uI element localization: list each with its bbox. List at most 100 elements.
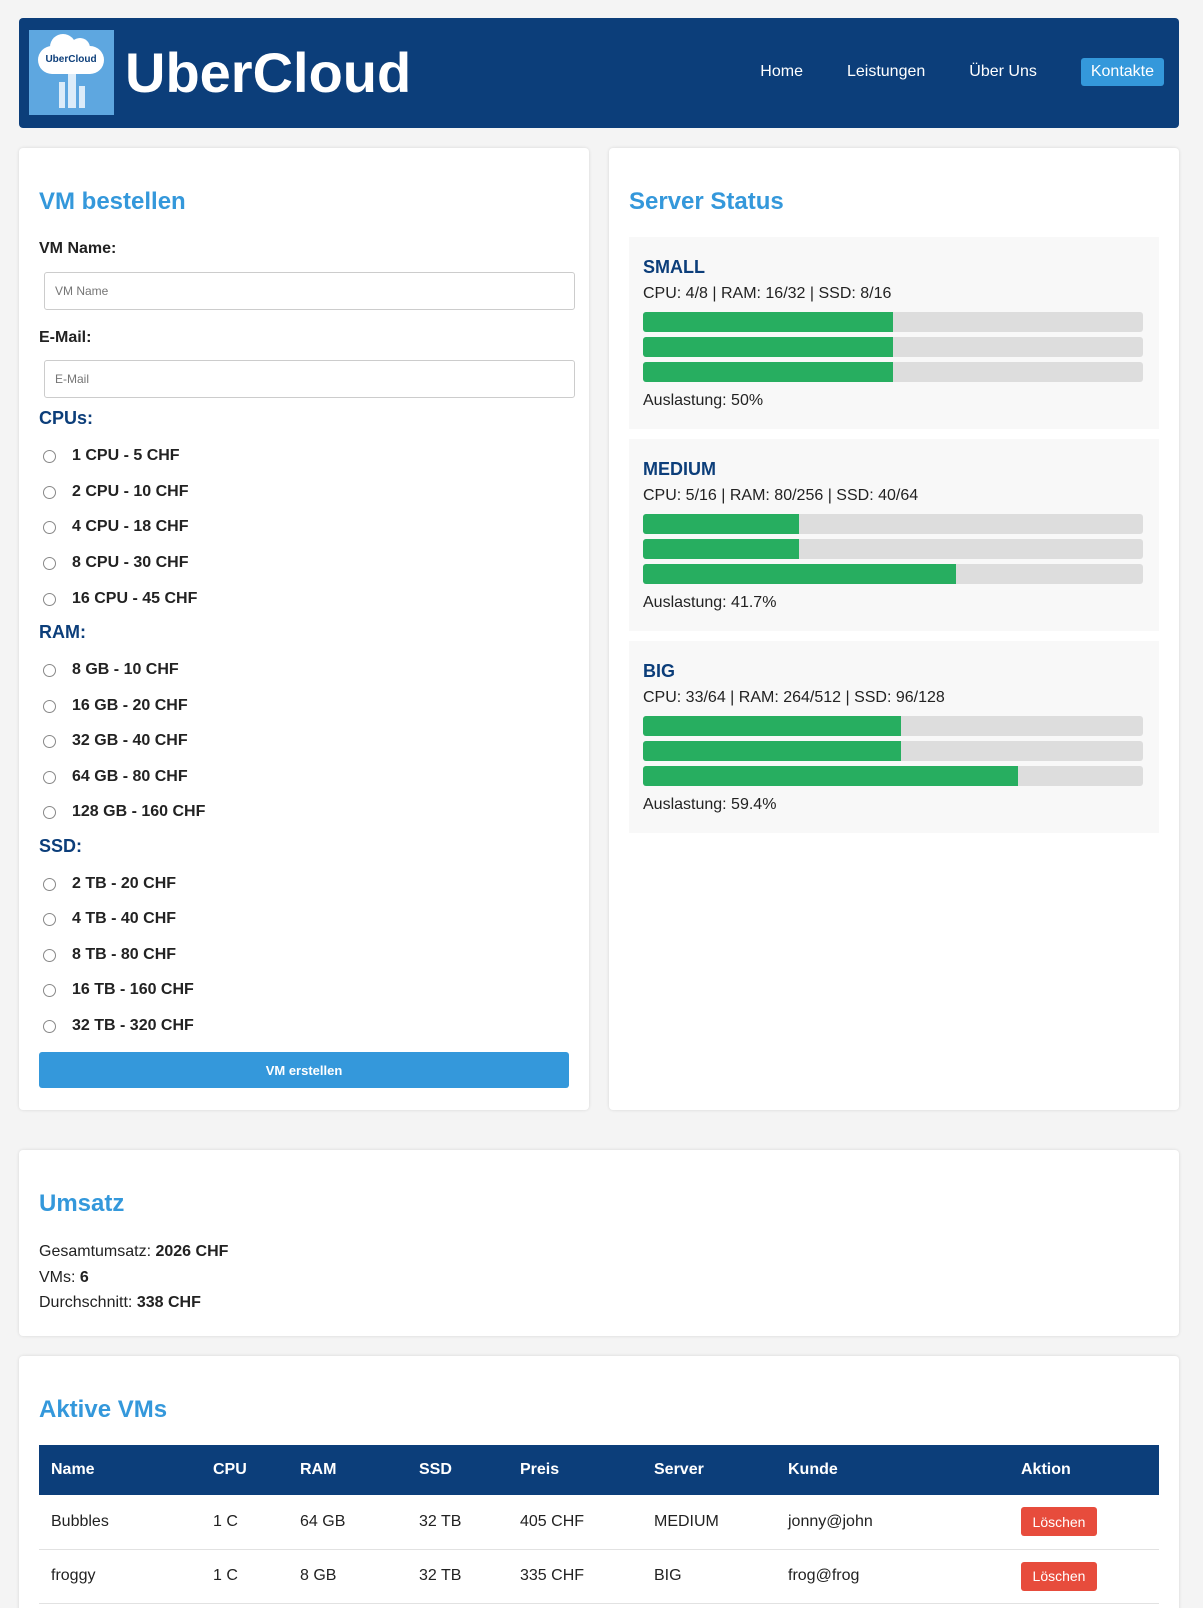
- create-vm-button[interactable]: VM erstellen: [39, 1052, 569, 1088]
- cpu-usage-bar: [643, 312, 1143, 332]
- server-panel-big: BIG CPU: 33/64 | RAM: 264/512 | SSD: 96/…: [629, 641, 1159, 833]
- radio-button[interactable]: [43, 699, 56, 713]
- vm-action: Löschen: [1009, 1495, 1159, 1550]
- radio-button[interactable]: [43, 592, 56, 606]
- email-label: E-Mail:: [39, 329, 92, 346]
- usage-bar-fill: [643, 539, 800, 559]
- vm-customer: frog@frog: [776, 1549, 1009, 1604]
- ram-option[interactable]: 8 GB - 10 CHF: [43, 661, 179, 679]
- ram-option[interactable]: 16 GB - 20 CHF: [43, 697, 188, 715]
- cpu-option[interactable]: 4 CPU - 18 CHF: [43, 518, 188, 536]
- logo-text: UberCloud: [45, 54, 97, 65]
- server-utilization: Auslastung: 59.4%: [643, 796, 777, 813]
- vm-cpu: 1 C: [201, 1495, 288, 1550]
- radio-button[interactable]: [43, 983, 56, 997]
- ssd-option[interactable]: 2 TB - 20 CHF: [43, 875, 176, 893]
- col-name: Name: [39, 1445, 201, 1495]
- radio-button[interactable]: [43, 734, 56, 748]
- usage-bar-fill: [643, 312, 893, 332]
- radio-button[interactable]: [43, 449, 56, 463]
- vm-name-input[interactable]: [44, 272, 575, 310]
- vm-server: MEDIUM: [642, 1495, 776, 1550]
- building-icon: [68, 74, 76, 108]
- nav-home[interactable]: Home: [760, 58, 803, 86]
- vm-server: BIG: [642, 1549, 776, 1604]
- table-row: froggy 1 C 8 GB 32 TB 335 CHF BIG frog@f…: [39, 1549, 1159, 1604]
- vm-price: 405 CHF: [508, 1495, 642, 1550]
- ssd-option[interactable]: 16 TB - 160 CHF: [43, 981, 194, 999]
- usage-bar-fill: [643, 564, 956, 584]
- table-header-row: Name CPU RAM SSD Preis Server Kunde Akti…: [39, 1445, 1159, 1495]
- ram-usage-bar: [643, 337, 1143, 357]
- ram-option[interactable]: 32 GB - 40 CHF: [43, 732, 188, 750]
- active-vms-table: Name CPU RAM SSD Preis Server Kunde Akti…: [39, 1445, 1159, 1604]
- vm-cpu: 1 C: [201, 1549, 288, 1604]
- vm-ram: 8 GB: [288, 1549, 407, 1604]
- radio-button[interactable]: [43, 805, 56, 819]
- radio-button[interactable]: [43, 556, 56, 570]
- server-specs: CPU: 33/64 | RAM: 264/512 | SSD: 96/128: [643, 689, 945, 706]
- ubercloud-logo[interactable]: UberCloud: [29, 30, 114, 115]
- cpu-option[interactable]: 16 CPU - 45 CHF: [43, 590, 197, 608]
- ssd-option[interactable]: 32 TB - 320 CHF: [43, 1017, 194, 1035]
- usage-bar-fill: [643, 766, 1018, 786]
- ram-group-title: RAM:: [39, 622, 86, 642]
- email-input[interactable]: [44, 360, 575, 398]
- nav-leistungen[interactable]: Leistungen: [847, 58, 925, 86]
- radio-button[interactable]: [43, 520, 56, 534]
- vm-order-card: VM bestellen VM Name: E-Mail: CPUs: 1 CP…: [19, 148, 589, 1110]
- server-status-title: Server Status: [629, 188, 784, 215]
- site-header: UberCloud UberCloud Home Leistungen Über…: [19, 18, 1179, 128]
- radio-button[interactable]: [43, 877, 56, 891]
- active-vms-card: Aktive VMs Name CPU RAM SSD Preis Server…: [19, 1356, 1179, 1608]
- ram-usage-bar: [643, 539, 1143, 559]
- server-name: MEDIUM: [643, 459, 716, 479]
- cpu-usage-bar: [643, 514, 1143, 534]
- vm-ram: 64 GB: [288, 1495, 407, 1550]
- vm-name: froggy: [39, 1549, 201, 1604]
- usage-bar-fill: [643, 362, 893, 382]
- cpu-group-title: CPUs:: [39, 408, 94, 428]
- nav-ueber-uns[interactable]: Über Uns: [969, 58, 1037, 86]
- server-utilization: Auslastung: 50%: [643, 392, 764, 409]
- ssd-usage-bar: [643, 766, 1143, 786]
- ssd-usage-bar: [643, 362, 1143, 382]
- vm-name: Bubbles: [39, 1495, 201, 1550]
- ssd-group-title: SSD:: [39, 836, 83, 856]
- vm-price: 335 CHF: [508, 1549, 642, 1604]
- main-nav: Home Leistungen Über Uns Kontakte: [716, 58, 1164, 86]
- radio-button[interactable]: [43, 485, 56, 499]
- ram-option[interactable]: 128 GB - 160 CHF: [43, 803, 205, 821]
- radio-button[interactable]: [43, 663, 56, 677]
- radio-button[interactable]: [43, 770, 56, 784]
- vm-count: VMs: 6: [39, 1269, 89, 1286]
- cpu-option[interactable]: 1 CPU - 5 CHF: [43, 447, 180, 465]
- delete-vm-button[interactable]: Löschen: [1021, 1561, 1097, 1591]
- server-status-card: Server Status SMALL CPU: 4/8 | RAM: 16/3…: [609, 148, 1179, 1110]
- total-revenue: Gesamtumsatz: 2026 CHF: [39, 1243, 229, 1260]
- ssd-option[interactable]: 8 TB - 80 CHF: [43, 946, 176, 964]
- ram-option[interactable]: 64 GB - 80 CHF: [43, 768, 188, 786]
- col-ram: RAM: [288, 1445, 407, 1495]
- table-row: Bubbles 1 C 64 GB 32 TB 405 CHF MEDIUM j…: [39, 1495, 1159, 1550]
- col-server: Server: [642, 1445, 776, 1495]
- vm-action: Löschen: [1009, 1549, 1159, 1604]
- usage-bar-fill: [643, 337, 893, 357]
- brand-title: UberCloud: [125, 41, 412, 104]
- radio-button[interactable]: [43, 912, 56, 926]
- ssd-option[interactable]: 4 TB - 40 CHF: [43, 910, 176, 928]
- nav-kontakte[interactable]: Kontakte: [1080, 58, 1164, 86]
- server-name: SMALL: [643, 257, 705, 277]
- building-icon: [79, 86, 85, 108]
- server-specs: CPU: 4/8 | RAM: 16/32 | SSD: 8/16: [643, 285, 892, 302]
- cpu-option[interactable]: 2 CPU - 10 CHF: [43, 483, 188, 501]
- radio-button[interactable]: [43, 1019, 56, 1033]
- delete-vm-button[interactable]: Löschen: [1021, 1507, 1097, 1537]
- vm-ssd: 32 TB: [407, 1495, 508, 1550]
- radio-button[interactable]: [43, 948, 56, 962]
- col-price: Preis: [508, 1445, 642, 1495]
- cpu-option[interactable]: 8 CPU - 30 CHF: [43, 554, 188, 572]
- vm-ssd: 32 TB: [407, 1549, 508, 1604]
- building-icon: [59, 82, 65, 108]
- server-utilization: Auslastung: 41.7%: [643, 594, 777, 611]
